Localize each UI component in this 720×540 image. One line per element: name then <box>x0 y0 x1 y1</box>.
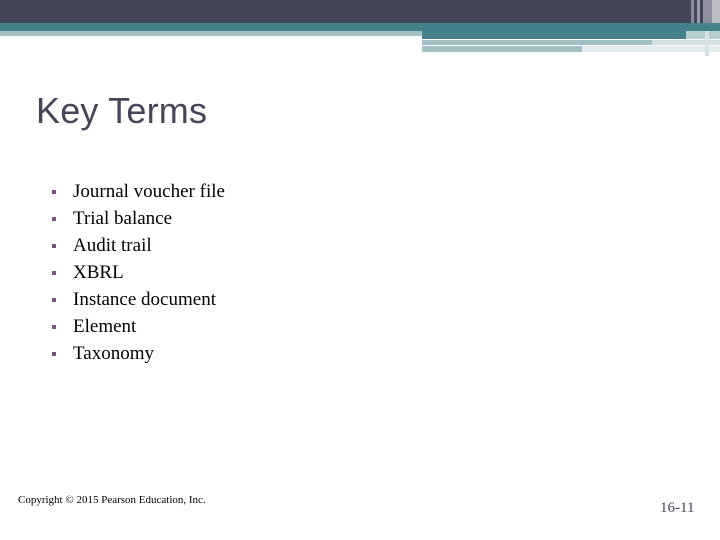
banner-accent-teal-bar-tail <box>686 31 720 39</box>
header-banner <box>0 0 720 56</box>
list-item: Instance document <box>46 286 342 313</box>
banner-accent-light-bar-1-tail <box>652 40 720 45</box>
banner-navy-band <box>0 0 720 23</box>
banner-accent-light-bar-2-tail <box>582 46 720 52</box>
list-item: XBRL <box>46 259 342 286</box>
left-bullet-list: Journal voucher file Trial balance Audit… <box>46 178 342 367</box>
banner-vertical-stripe-1 <box>691 0 694 23</box>
page-title: Key Terms <box>36 90 208 132</box>
list-item: Element <box>46 313 342 340</box>
banner-accent-vertical-stripe <box>705 31 709 56</box>
list-item: Journal voucher file <box>46 178 342 205</box>
banner-vertical-stripe-4 <box>712 0 720 23</box>
slide-root: { "slide": { "title": "Key Terms", "bull… <box>0 0 720 540</box>
copyright-notice: Copyright © 2015 Pearson Education, Inc. <box>18 494 206 506</box>
banner-accent-light-bar-1 <box>422 40 652 45</box>
left-column: Journal voucher file Trial balance Audit… <box>0 178 342 367</box>
banner-accent-teal-bar <box>422 31 686 39</box>
content-area: Journal voucher file Trial balance Audit… <box>0 178 720 367</box>
right-column: Schema Linkbases Style sheet Extension t… <box>342 178 720 367</box>
list-item: Audit trail <box>46 232 342 259</box>
banner-accent-light-bar-2 <box>422 46 582 52</box>
banner-teal-band <box>0 23 720 31</box>
banner-vertical-stripe-3 <box>703 0 712 23</box>
list-item: Trial balance <box>46 205 342 232</box>
page-number: 16-11 <box>660 500 695 516</box>
banner-vertical-stripe-2 <box>697 0 700 23</box>
list-item: Taxonomy <box>46 340 342 367</box>
